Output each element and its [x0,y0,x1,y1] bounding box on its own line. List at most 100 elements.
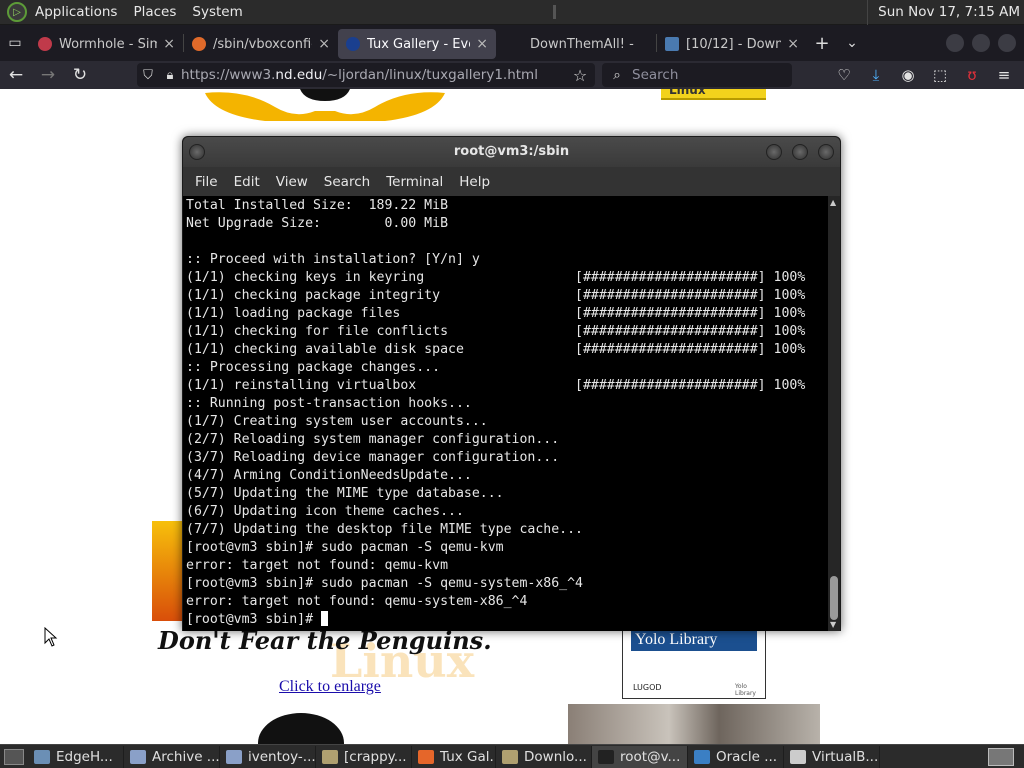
terminal-scrollbar[interactable]: ▲ ▼ [828,196,840,631]
terminal-line: error: target not found: qemu-system-x86… [186,594,528,609]
terminal-line: (1/7) Creating system user accounts... [186,414,488,429]
minimize-icon[interactable] [766,144,782,160]
url-text[interactable]: https://www3.nd.edu/~ljordan/linux/tuxga… [181,67,565,83]
taskbar-item[interactable]: root@v... [592,745,688,768]
window-controls [946,34,1016,52]
maximize-icon[interactable] [972,34,990,52]
places-menu[interactable]: Places [125,4,184,20]
url-path: /~ljordan/linux/tuxgallery1.html [322,67,538,83]
taskbar-item-label: Archive ... [152,748,220,765]
taskbar-item[interactable]: Archive ... [124,745,220,768]
scroll-up-icon[interactable]: ▲ [830,198,836,207]
applications-menu[interactable]: Applications [27,4,125,20]
clock[interactable]: Sun Nov 17, 7:15 AM [867,0,1020,25]
scrollbar-thumb[interactable] [830,576,838,620]
close-window-icon[interactable] [998,34,1016,52]
tab-downthemall[interactable]: DownThemAll! - [496,29,656,59]
taskbar-item-label: VirtualB... [812,748,879,765]
menu-search[interactable]: Search [316,174,378,190]
close-tab-icon[interactable]: × [318,36,330,52]
taskbar-item-label: Oracle ... [716,748,778,765]
tab-tux-gallery[interactable]: Tux Gallery - Eve × [338,29,496,59]
maximize-icon[interactable] [792,144,808,160]
terminal-line: (1/1) checking package integrity [######… [186,288,806,303]
extensions-icon[interactable]: ⬚ [924,66,956,84]
terminal-line: (7/7) Updating the desktop file MIME typ… [186,522,583,537]
yolo-small-label: Yolo Library [735,683,756,697]
terminal-output[interactable]: Total Installed Size: 189.22 MiB Net Upgr… [183,196,828,631]
top-panel: ▷ Applications Places System Sun Nov 17,… [0,0,1024,25]
click-to-enlarge-link[interactable]: Click to enlarge [279,678,381,696]
close-icon[interactable] [818,144,834,160]
taskbar-item-label: [crappy... [344,748,407,765]
bookmark-star-icon[interactable]: ☆ [565,66,595,85]
text-cursor [320,611,328,626]
black-logo-image[interactable] [258,713,344,744]
downloads-icon[interactable]: ⤓ [860,66,892,84]
top-menu: Applications Places System [27,0,251,25]
taskbar-item[interactable]: Downlo... [496,745,592,768]
system-menu[interactable]: System [184,4,250,20]
pocket-icon[interactable]: ♡ [828,66,860,84]
taskbar-item[interactable]: Tux Gal... [412,745,496,768]
tab-wormhole[interactable]: Wormhole - Sim × [30,29,183,59]
yolo-library-image[interactable]: Yolo Library LUGOD Yolo Library [622,626,766,699]
terminal-titlebar[interactable]: root@vm3:/sbin [183,137,840,167]
search-placeholder: Search [632,67,679,83]
url-bar[interactable]: ⛉ 🔒︎ https://www3.nd.edu/~ljordan/linux/… [137,63,595,87]
lock-icon[interactable]: 🔒︎ [159,68,181,83]
show-desktop-icon[interactable] [4,748,24,765]
terminal-line: Total Installed Size: 189.22 MiB [186,198,449,213]
taskbar-item[interactable]: VirtualB... [784,745,880,768]
new-tab-icon[interactable]: + [807,33,837,54]
linux-badge-image[interactable]: Linux [661,89,766,100]
forward-icon[interactable]: → [32,65,64,85]
terminal-line: [root@vm3 sbin]# sudo pacman -S qemu-kvm [186,540,504,555]
terminal-window[interactable]: root@vm3:/sbin File Edit View Search Ter… [182,136,841,631]
lugod-label: LUGOD [633,683,662,692]
tux-feet-image[interactable] [205,89,445,121]
account-icon[interactable]: ◉ [892,66,924,84]
terminal-line: (6/7) Updating icon theme caches... [186,504,464,519]
search-icon: ⌕ [613,67,621,83]
menu-help[interactable]: Help [451,174,498,190]
downthemall-favicon-icon [665,37,679,51]
taskbar-item[interactable]: [crappy... [316,745,412,768]
menu-view[interactable]: View [268,174,316,190]
window-menu-icon[interactable] [189,144,205,160]
close-tab-icon[interactable]: × [787,36,799,52]
window-icon [502,749,518,764]
distro-logo-icon[interactable]: ▷ [7,2,27,22]
list-all-tabs-icon[interactable]: ⌄ [837,35,867,51]
reload-icon[interactable]: ↻ [64,65,96,85]
taskbar-item[interactable]: Oracle ... [688,745,784,768]
taskbar-item-label: Tux Gal... [440,748,495,765]
tab-downthemall-progress[interactable]: [10/12] - DownTh × [657,29,807,59]
menu-terminal[interactable]: Terminal [378,174,451,190]
menu-file[interactable]: File [187,174,226,190]
ublock-icon[interactable]: ʊ [956,66,988,84]
menu-icon[interactable]: ≡ [988,66,1020,84]
url-domain: nd.edu [275,67,323,83]
search-input[interactable]: ⌕ Search [602,63,792,87]
taskbar-item[interactable]: EdgeH... [28,745,124,768]
photo-image[interactable] [568,704,820,744]
close-tab-icon[interactable]: × [476,36,488,52]
tab-vboxconfig[interactable]: /sbin/vboxconfig × [184,29,338,59]
terminal-line: :: Processing package changes... [186,360,441,375]
terminal-prompt-line[interactable]: [root@vm3 sbin]# [186,611,828,629]
bottom-panel: EdgeH... Archive ... iventoy-... [crappy...… [0,744,1024,768]
close-tab-icon[interactable]: × [163,36,175,52]
firefox-view-icon[interactable]: ▭ [0,35,30,51]
workspace-switcher[interactable] [988,747,1014,766]
back-icon[interactable]: ← [0,65,32,85]
tracking-protection-icon[interactable]: ⛉ [137,68,159,83]
tab-title: /sbin/vboxconfig [213,36,313,52]
window-icon [130,749,146,764]
terminal-line: (3/7) Reloading device manager configura… [186,450,560,465]
browser-tab-bar: ▭ Wormhole - Sim × /sbin/vboxconfig × Tu… [0,25,1024,61]
minimize-icon[interactable] [946,34,964,52]
taskbar-item[interactable]: iventoy-... [220,745,316,768]
menu-edit[interactable]: Edit [226,174,268,190]
scroll-down-icon[interactable]: ▼ [830,620,836,629]
